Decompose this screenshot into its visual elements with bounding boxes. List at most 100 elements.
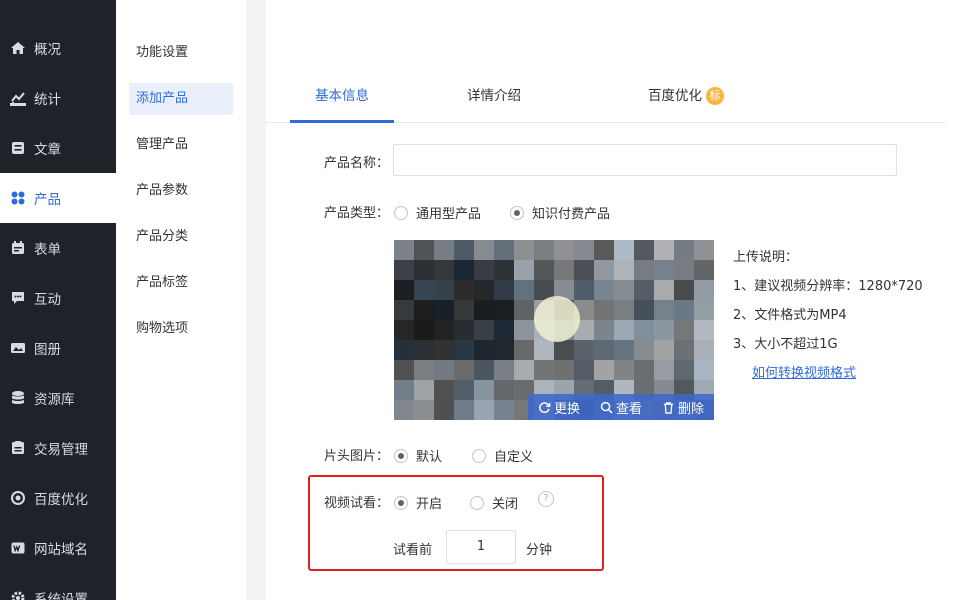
video-pixel (554, 360, 574, 380)
video-pixel (554, 260, 574, 280)
radio-knowledge-product[interactable]: 知识付费产品 (510, 203, 610, 222)
sidebar-item-resources[interactable]: 资源库 (0, 373, 116, 423)
video-pixel (514, 300, 534, 320)
upload-note-line: 2、文件格式为MP4 (733, 308, 847, 323)
video-pixel (494, 360, 514, 380)
radio-indicator (394, 495, 408, 510)
tab-label: 百度优化 (648, 88, 702, 104)
video-pixel (414, 280, 434, 300)
submenu-item-add-product[interactable]: 添加产品 (129, 83, 233, 115)
video-pixel (454, 240, 474, 260)
gallery-icon (10, 340, 26, 356)
radio-cover-default[interactable]: 默认 (394, 446, 442, 465)
video-pixel (654, 360, 674, 380)
radio-general-product[interactable]: 通用型产品 (394, 203, 481, 222)
video-pixel (434, 340, 454, 360)
video-pixel (454, 340, 474, 360)
stats-icon (10, 90, 26, 106)
refresh-icon (539, 401, 551, 413)
video-pixel (634, 260, 654, 280)
video-pixel (634, 340, 654, 360)
product-icon (10, 190, 26, 206)
trial-unit-label: 分钟 (526, 543, 553, 558)
trial-minutes-input[interactable]: 1 (446, 530, 516, 564)
video-pixel (414, 400, 434, 420)
radio-indicator (510, 205, 524, 220)
sidebar-item-settings[interactable]: 系统设置 (0, 573, 116, 600)
video-pixel (454, 280, 474, 300)
video-pixel (394, 400, 414, 420)
radio-indicator (472, 448, 486, 463)
video-thumbnail[interactable]: 更换 查看 删除 (394, 240, 714, 420)
video-pixel (494, 380, 514, 400)
video-pixel (694, 300, 714, 320)
delete-video-button[interactable]: 删除 (662, 398, 704, 417)
video-pixel (394, 260, 414, 280)
video-pixel (594, 300, 614, 320)
video-pixel (494, 340, 514, 360)
sidebar-item-product[interactable]: 产品 (0, 173, 116, 223)
action-label: 删除 (677, 401, 704, 417)
sidebar-item-label: 表单 (34, 242, 61, 258)
video-pixel (634, 360, 654, 380)
video-pixel (514, 260, 534, 280)
convert-format-link[interactable]: 如何转换视频格式 (733, 364, 953, 393)
submenu-item-feature-settings[interactable]: 功能设置 (129, 37, 233, 69)
video-pixel (434, 240, 454, 260)
sidebar-item-interaction[interactable]: 互动 (0, 273, 116, 323)
submenu-item-product-tags[interactable]: 产品标签 (129, 267, 233, 299)
video-pixel (694, 240, 714, 260)
seo-icon (10, 490, 26, 506)
video-pixel (654, 340, 674, 360)
upload-notes: 上传说明： 1、建议视频分辨率：1280*720 2、文件格式为MP4 3、大小… (733, 248, 953, 393)
video-pixel (654, 320, 674, 340)
video-pixel (474, 300, 494, 320)
video-pixel (674, 240, 694, 260)
home-icon (10, 40, 26, 56)
video-pixel (414, 380, 434, 400)
settings-icon (10, 590, 26, 600)
sidebar-item-label: 互动 (34, 292, 61, 308)
submenu-item-product-params[interactable]: 产品参数 (129, 175, 233, 207)
video-pixel (514, 280, 534, 300)
tab-basic-info[interactable]: 基本信息 (290, 72, 394, 123)
sidebar-item-label: 交易管理 (34, 442, 88, 458)
sidebar-item-form[interactable]: 表单 (0, 223, 116, 273)
video-pixel (434, 320, 454, 340)
video-pixel (494, 240, 514, 260)
sidebar-item-label: 图册 (34, 342, 61, 358)
radio-cover-custom[interactable]: 自定义 (472, 446, 533, 465)
video-pixel (414, 320, 434, 340)
cover-image-label: 片头图片： (324, 449, 390, 464)
video-pixel (494, 400, 514, 420)
help-icon[interactable]: ? (538, 491, 554, 507)
video-pixel (414, 340, 434, 360)
radio-preview-on[interactable]: 开启 (394, 493, 442, 512)
video-pixel (434, 300, 454, 320)
tab-details[interactable]: 详情介绍 (442, 72, 546, 123)
sidebar-item-gallery[interactable]: 图册 (0, 323, 116, 373)
sidebar-item-overview[interactable]: 概况 (0, 23, 116, 73)
view-video-button[interactable]: 查看 (600, 398, 642, 417)
radio-label: 通用型产品 (416, 207, 482, 222)
video-pixel (614, 240, 634, 260)
sidebar-item-trade[interactable]: 交易管理 (0, 423, 116, 473)
main-sidebar: 概况 统计 文章 产品 表单 互动 图册 资源库 交易管理 百度优化 网站域名 (0, 0, 116, 600)
tab-baidu-seo[interactable]: 百度优化标 (626, 72, 746, 123)
submenu-item-product-category[interactable]: 产品分类 (129, 221, 233, 253)
sidebar-item-domain[interactable]: 网站域名 (0, 523, 116, 573)
radio-preview-off[interactable]: 关闭 (470, 493, 518, 512)
video-pixel (454, 400, 474, 420)
sidebar-item-stats[interactable]: 统计 (0, 73, 116, 123)
video-pixel (654, 260, 674, 280)
tab-bar: 基本信息 详情介绍 百度优化标 (266, 72, 946, 123)
upload-note-line: 1、建议视频分辨率：1280*720 (733, 279, 923, 294)
product-name-input[interactable] (393, 144, 897, 176)
video-pixel (654, 280, 674, 300)
submenu-item-manage-products[interactable]: 管理产品 (129, 129, 233, 161)
sidebar-item-article[interactable]: 文章 (0, 123, 116, 173)
sidebar-item-seo[interactable]: 百度优化 (0, 473, 116, 523)
replace-video-button[interactable]: 更换 (538, 398, 580, 417)
submenu-item-shopping-options[interactable]: 购物选项 (129, 313, 233, 345)
video-pixel (674, 260, 694, 280)
